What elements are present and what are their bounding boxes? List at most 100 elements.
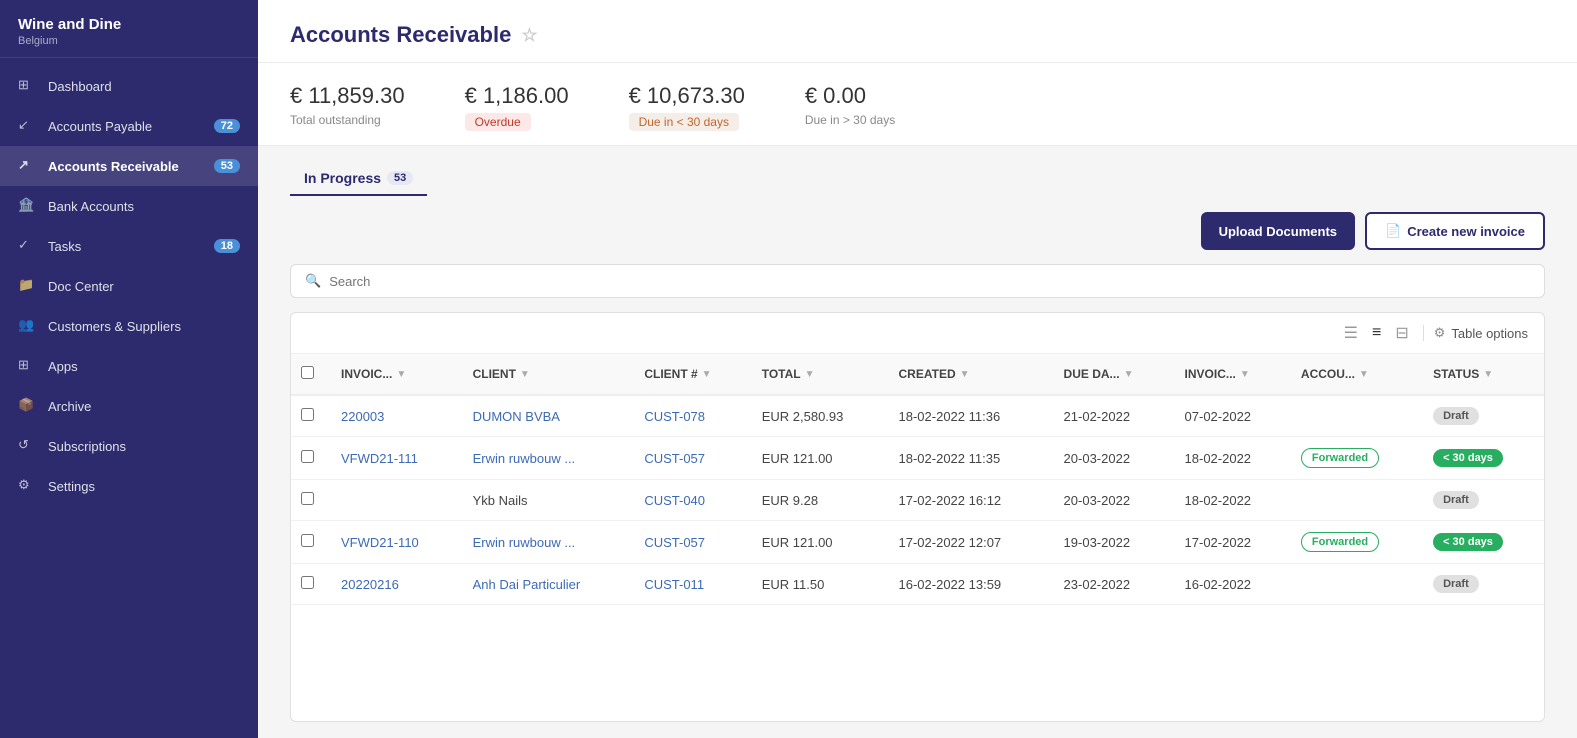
created-filter-icon[interactable]: ▼ — [960, 369, 970, 380]
client-name-2: Ykb Nails — [473, 493, 528, 508]
client-link-4[interactable]: Anh Dai Particulier — [473, 577, 581, 592]
sidebar-item-apps[interactable]: ⊞ Apps — [0, 346, 258, 386]
status-badge-1: < 30 days — [1433, 449, 1503, 467]
status-filter-icon[interactable]: ▼ — [1483, 369, 1493, 380]
sidebar-item-bank-accounts[interactable]: 🏦 Bank Accounts — [0, 186, 258, 226]
sidebar-item-customers-suppliers[interactable]: 👥 Customers & Suppliers — [0, 306, 258, 346]
tab-label-0: In Progress — [304, 170, 381, 186]
row-select-1[interactable] — [301, 450, 314, 463]
client-link-1[interactable]: Erwin ruwbouw ... — [473, 451, 576, 466]
table-body: 220003 DUMON BVBA CUST-078 EUR 2,580.93 … — [291, 395, 1544, 605]
row-due-date-1: 20-03-2022 — [1054, 437, 1175, 480]
col-created: CREATED▼ — [889, 354, 1054, 395]
row-invoice2-0: 07-02-2022 — [1175, 395, 1291, 437]
page-title-row: Accounts Receivable ☆ — [290, 22, 1545, 48]
client-filter-icon[interactable]: ▼ — [520, 369, 530, 380]
stat-label-3: Due in > 30 days — [805, 113, 895, 127]
sidebar-item-label-doc-center: Doc Center — [48, 279, 114, 294]
client-num-link-3[interactable]: CUST-057 — [644, 535, 705, 550]
table-row: VFWD21-110 Erwin ruwbouw ... CUST-057 EU… — [291, 521, 1544, 564]
upload-documents-button[interactable]: Upload Documents — [1201, 212, 1355, 250]
table-row: VFWD21-111 Erwin ruwbouw ... CUST-057 EU… — [291, 437, 1544, 480]
row-invoice-0: 220003 — [331, 395, 463, 437]
row-created-2: 17-02-2022 16:12 — [889, 480, 1054, 521]
sidebar-item-archive[interactable]: 📦 Archive — [0, 386, 258, 426]
list-view-icon[interactable]: ☰ — [1340, 321, 1362, 345]
row-total-4: EUR 11.50 — [752, 564, 889, 605]
search-icon: 🔍 — [305, 273, 321, 289]
row-client-1: Erwin ruwbouw ... — [463, 437, 635, 480]
sidebar-item-label-customers-suppliers: Customers & Suppliers — [48, 319, 181, 334]
sidebar-item-accounts-receivable[interactable]: ↗ Accounts Receivable 53 — [0, 146, 258, 186]
client-num-filter-icon[interactable]: ▼ — [702, 369, 712, 380]
row-account-0 — [1291, 395, 1423, 437]
create-invoice-label: Create new invoice — [1407, 224, 1525, 239]
stats-row: € 11,859.30Total outstanding€ 1,186.00Ov… — [258, 63, 1577, 146]
row-client-4: Anh Dai Particulier — [463, 564, 635, 605]
customers-suppliers-icon: 👥 — [18, 317, 36, 335]
due-date-filter-icon[interactable]: ▼ — [1124, 369, 1134, 380]
total-filter-icon[interactable]: ▼ — [805, 369, 815, 380]
accounts-payable-icon: ↙ — [18, 117, 36, 135]
col-total-label: TOTAL — [762, 367, 801, 381]
invoice-filter-icon[interactable]: ▼ — [396, 369, 406, 380]
sidebar-item-tasks[interactable]: ✓ Tasks 18 — [0, 226, 258, 266]
invoice-link-3[interactable]: VFWD21-110 — [341, 535, 419, 550]
row-total-0: EUR 2,580.93 — [752, 395, 889, 437]
search-input[interactable] — [329, 274, 1530, 289]
status-badge-2: Draft — [1433, 491, 1479, 509]
client-num-link-1[interactable]: CUST-057 — [644, 451, 705, 466]
row-select-0[interactable] — [301, 408, 314, 421]
create-invoice-button[interactable]: 📄 Create new invoice — [1365, 212, 1545, 250]
company-name: Wine and Dine — [18, 16, 240, 33]
client-num-link-2[interactable]: CUST-040 — [644, 493, 705, 508]
stat-item-3: € 0.00 Due in > 30 days — [805, 83, 895, 131]
row-due-date-2: 20-03-2022 — [1054, 480, 1175, 521]
row-created-1: 18-02-2022 11:35 — [889, 437, 1054, 480]
row-account-2 — [1291, 480, 1423, 521]
col-invoice: INVOIC...▼ — [331, 354, 463, 395]
sidebar-item-doc-center[interactable]: 📁 Doc Center — [0, 266, 258, 306]
sidebar-item-dashboard[interactable]: ⊞ Dashboard — [0, 66, 258, 106]
row-select-2[interactable] — [301, 492, 314, 505]
invoice-link-0[interactable]: 220003 — [341, 409, 384, 424]
sidebar-item-accounts-payable[interactable]: ↙ Accounts Payable 72 — [0, 106, 258, 146]
forwarded-badge-3: Forwarded — [1301, 532, 1379, 552]
stat-amount-3: € 0.00 — [805, 83, 895, 109]
sidebar-item-label-bank-accounts: Bank Accounts — [48, 199, 134, 214]
col-due-date: DUE DA...▼ — [1054, 354, 1175, 395]
table-options-button[interactable]: ⚙ Table options — [1434, 325, 1528, 341]
row-select-4[interactable] — [301, 576, 314, 589]
tab-in-progress[interactable]: In Progress 53 — [290, 162, 427, 196]
view-divider — [1423, 325, 1424, 341]
sidebar-item-label-subscriptions: Subscriptions — [48, 439, 126, 454]
account-filter-icon[interactable]: ▼ — [1359, 369, 1369, 380]
nav-badge-accounts-receivable: 53 — [214, 159, 240, 173]
client-num-link-4[interactable]: CUST-011 — [644, 577, 704, 592]
client-link-0[interactable]: DUMON BVBA — [473, 409, 560, 424]
grid-view-icon[interactable]: ≡ — [1368, 322, 1385, 344]
row-account-1: Forwarded — [1291, 437, 1423, 480]
col-client: CLIENT▼ — [463, 354, 635, 395]
gear-icon: ⚙ — [1434, 325, 1446, 341]
row-checkbox-4 — [291, 564, 331, 605]
invoice2-filter-icon[interactable]: ▼ — [1240, 369, 1250, 380]
invoice-link-1[interactable]: VFWD21-111 — [341, 451, 418, 466]
col-invoice2: INVOIC... ▼ — [1175, 354, 1291, 395]
subscriptions-icon: ↺ — [18, 437, 36, 455]
row-client-num-1: CUST-057 — [634, 437, 751, 480]
client-link-3[interactable]: Erwin ruwbouw ... — [473, 535, 576, 550]
sidebar-item-subscriptions[interactable]: ↺ Subscriptions — [0, 426, 258, 466]
row-select-3[interactable] — [301, 534, 314, 547]
select-all-checkbox[interactable] — [301, 366, 314, 379]
sidebar-item-label-accounts-payable: Accounts Payable — [48, 119, 152, 134]
favorite-star-icon[interactable]: ☆ — [521, 25, 537, 46]
sidebar-nav: ⊞ Dashboard ↙ Accounts Payable 72 ↗ Acco… — [0, 58, 258, 738]
invoice-link-4[interactable]: 20220216 — [341, 577, 399, 592]
col-invoice2-label: INVOIC... — [1185, 367, 1236, 381]
sidebar-item-settings[interactable]: ⚙ Settings — [0, 466, 258, 506]
compact-view-icon[interactable]: ⊟ — [1391, 321, 1412, 345]
create-invoice-icon: 📄 — [1385, 223, 1401, 239]
client-num-link-0[interactable]: CUST-078 — [644, 409, 705, 424]
row-total-1: EUR 121.00 — [752, 437, 889, 480]
